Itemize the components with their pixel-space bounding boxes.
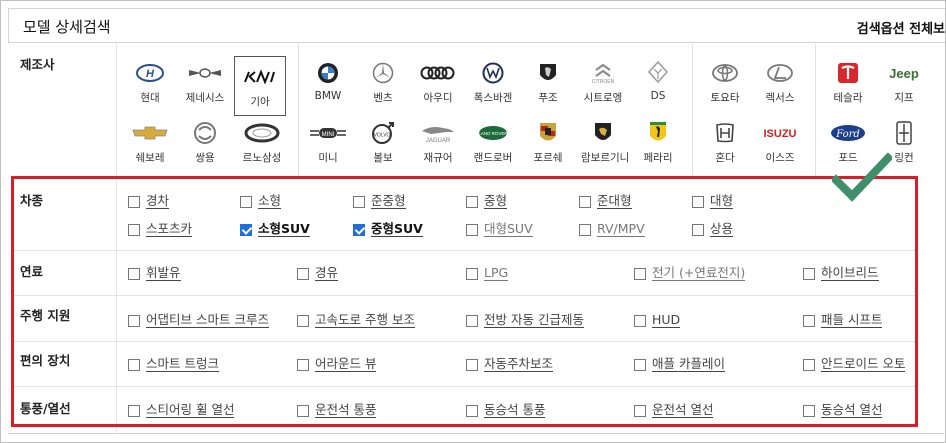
maker-name: 테슬라 bbox=[833, 92, 863, 104]
ferrari-logo-icon bbox=[636, 122, 680, 144]
maker-name: 렉서스 bbox=[765, 92, 795, 104]
maker-lamborghini[interactable]: 람보르기니 bbox=[581, 122, 630, 165]
maker-renault-samsung[interactable]: 르노삼성 bbox=[240, 122, 284, 165]
maker-name: 현대 bbox=[140, 92, 160, 104]
maker-mercedes[interactable]: 벤츠 bbox=[361, 62, 405, 105]
maker-group-divider bbox=[815, 44, 816, 176]
maker-name: 르노삼성 bbox=[242, 152, 282, 164]
svg-text:JAGUAR: JAGUAR bbox=[426, 138, 451, 144]
svg-text:ISUZU: ISUZU bbox=[764, 128, 797, 140]
maker-audi[interactable]: 아우디 bbox=[416, 62, 460, 105]
maker-citroen[interactable]: CITROEN 시트로엥 bbox=[581, 62, 625, 105]
maker-name: 시트로엥 bbox=[583, 92, 623, 104]
porsche-logo-icon bbox=[526, 122, 570, 144]
lexus-logo-icon bbox=[758, 62, 802, 84]
panel-bottom-border bbox=[8, 433, 944, 434]
tesla-logo-icon bbox=[826, 62, 870, 84]
ssangyong-logo-icon bbox=[183, 122, 227, 144]
maker-name: 제네시스 bbox=[185, 92, 225, 104]
svg-text:H: H bbox=[146, 68, 155, 80]
panel-header: 모델 상세검색 검색옵션 전체보 bbox=[8, 8, 945, 43]
maker-lexus[interactable]: 렉서스 bbox=[758, 62, 802, 105]
maker-landrover[interactable]: LAND ROVER 랜드로버 bbox=[471, 122, 515, 165]
maker-jeep[interactable]: Jeep 지프 bbox=[882, 62, 926, 105]
volvo-logo-icon: VOLVO bbox=[361, 122, 405, 144]
maker-toyota[interactable]: 토요타 bbox=[703, 62, 747, 105]
maker-isuzu[interactable]: ISUZU 이스즈 bbox=[758, 122, 802, 165]
maker-name: 페라리 bbox=[643, 152, 673, 164]
maker-ds[interactable]: DS bbox=[636, 61, 680, 102]
maker-hyundai[interactable]: H 현대 bbox=[128, 62, 172, 105]
maker-volvo[interactable]: VOLVO 볼보 bbox=[361, 122, 405, 165]
maker-chevrolet[interactable]: 쉐보레 bbox=[128, 122, 172, 165]
maker-tesla[interactable]: 테슬라 bbox=[826, 62, 870, 105]
lincoln-logo-icon bbox=[882, 121, 926, 145]
audi-logo-icon bbox=[416, 62, 460, 84]
maker-peugeot[interactable]: 푸조 bbox=[526, 62, 570, 105]
genesis-logo-icon bbox=[183, 62, 227, 84]
maker-name: 푸조 bbox=[538, 92, 558, 104]
renault-samsung-logo-icon bbox=[240, 122, 284, 144]
jaguar-logo-icon: JAGUAR bbox=[416, 122, 460, 144]
maker-name: 아우디 bbox=[423, 92, 453, 104]
lamborghini-logo-icon bbox=[581, 122, 625, 144]
maker-kia[interactable]: 기아 bbox=[234, 56, 286, 116]
svg-text:CITROEN: CITROEN bbox=[592, 79, 615, 84]
ds-logo-icon bbox=[636, 61, 680, 84]
svg-text:MINI: MINI bbox=[322, 132, 335, 138]
maker-row-label: 제조사 bbox=[20, 57, 55, 72]
volkswagen-logo-icon bbox=[471, 62, 515, 84]
annotation-check-icon bbox=[832, 152, 892, 202]
landrover-logo-icon: LAND ROVER bbox=[471, 122, 515, 144]
maker-ferrari[interactable]: 페라리 bbox=[636, 122, 680, 165]
maker-jaguar[interactable]: JAGUAR 재규어 bbox=[416, 122, 460, 165]
maker-name: 쉐보레 bbox=[135, 152, 165, 164]
maker-name: 이스즈 bbox=[765, 152, 795, 164]
search-options-toggle[interactable]: 검색옵션 전체보 bbox=[857, 18, 945, 37]
honda-logo-icon bbox=[703, 122, 747, 144]
hyundai-logo-icon: H bbox=[128, 62, 172, 84]
toyota-logo-icon bbox=[703, 62, 747, 84]
maker-name: 람보르기니 bbox=[581, 152, 630, 164]
maker-volkswagen[interactable]: 폭스바겐 bbox=[471, 62, 515, 105]
maker-name: 폭스바겐 bbox=[473, 92, 513, 104]
chevrolet-logo-icon bbox=[128, 122, 172, 144]
maker-name: 포르쉐 bbox=[533, 152, 563, 164]
kia-logo-icon bbox=[235, 66, 285, 88]
svg-text:Jeep: Jeep bbox=[889, 66, 919, 81]
bmw-logo-icon bbox=[306, 62, 350, 84]
maker-mini[interactable]: MINI 미니 bbox=[306, 122, 350, 165]
maker-honda[interactable]: 혼다 bbox=[703, 122, 747, 165]
maker-group-divider bbox=[298, 44, 299, 176]
maker-name: 토요타 bbox=[710, 92, 740, 104]
maker-name: 혼다 bbox=[715, 152, 735, 164]
maker-genesis[interactable]: 제네시스 bbox=[183, 62, 227, 105]
mini-logo-icon: MINI bbox=[306, 122, 350, 144]
mercedes-logo-icon bbox=[361, 62, 405, 84]
maker-porsche[interactable]: 포르쉐 bbox=[526, 122, 570, 165]
maker-name: 벤츠 bbox=[373, 92, 393, 104]
maker-name: 볼보 bbox=[373, 152, 393, 164]
citroen-logo-icon: CITROEN bbox=[581, 62, 625, 84]
jeep-logo-icon: Jeep bbox=[882, 62, 926, 84]
peugeot-logo-icon bbox=[526, 62, 570, 84]
maker-name: 재규어 bbox=[423, 152, 453, 164]
page-title: 모델 상세검색 bbox=[23, 18, 111, 36]
isuzu-logo-icon: ISUZU bbox=[758, 122, 802, 144]
maker-name: 미니 bbox=[318, 152, 338, 164]
maker-name: 기아 bbox=[250, 96, 270, 108]
svg-text:Ford: Ford bbox=[835, 129, 860, 140]
svg-text:LAND ROVER: LAND ROVER bbox=[478, 131, 508, 136]
highlight-box bbox=[11, 176, 918, 427]
ford-logo-icon: Ford bbox=[826, 122, 870, 144]
maker-bmw[interactable]: BMW bbox=[306, 62, 350, 102]
maker-name: 쌍용 bbox=[195, 152, 215, 164]
maker-name: BMW bbox=[314, 90, 342, 102]
maker-name: DS bbox=[650, 90, 666, 102]
svg-text:VOLVO: VOLVO bbox=[374, 133, 391, 139]
maker-name: 랜드로버 bbox=[473, 152, 513, 164]
maker-ssangyong[interactable]: 쌍용 bbox=[183, 122, 227, 165]
maker-name: 지프 bbox=[894, 92, 914, 104]
maker-group-divider bbox=[692, 44, 693, 176]
